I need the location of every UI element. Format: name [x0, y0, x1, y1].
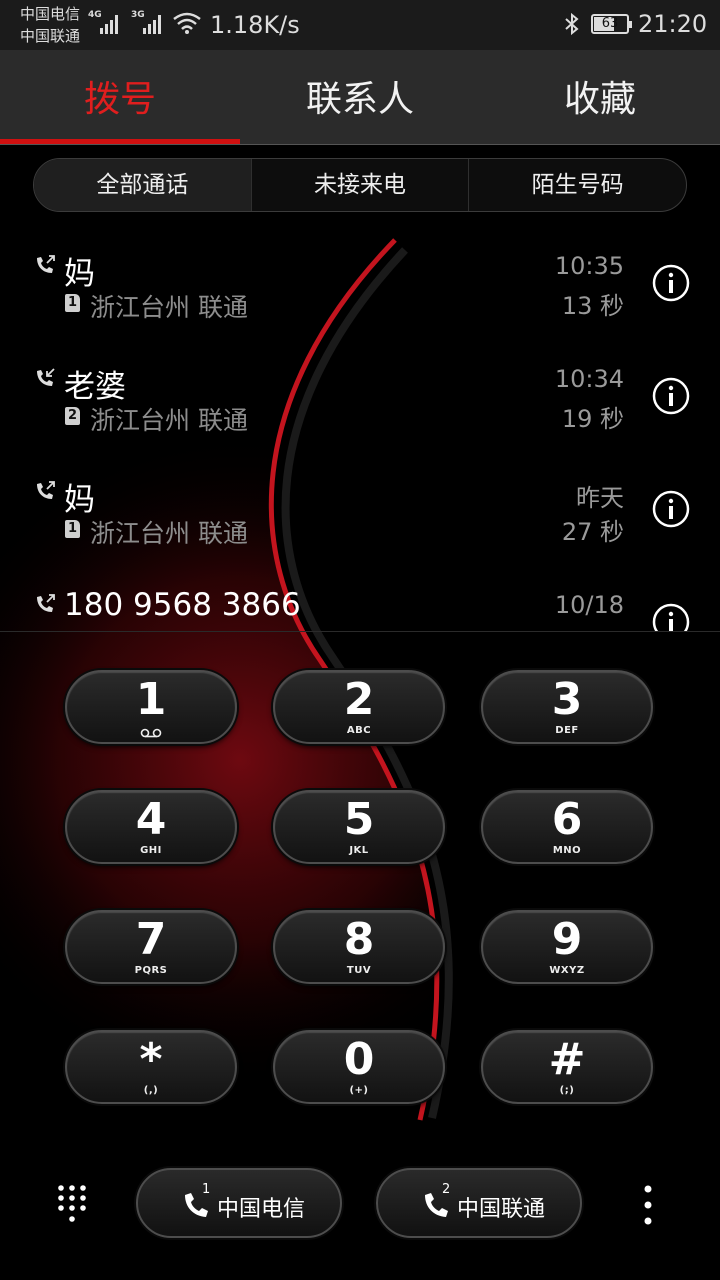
key-digit: 5	[343, 794, 375, 845]
info-icon[interactable]	[652, 603, 690, 631]
sim1-label: 中国电信	[217, 1197, 306, 1222]
key-letters: (,)	[143, 1085, 159, 1096]
outgoing-call-icon	[37, 481, 55, 499]
outgoing-call-icon	[37, 594, 55, 612]
call-log-row[interactable]: 180 9568 3866 10/18	[0, 571, 720, 631]
tab-favorites[interactable]: 收藏	[480, 70, 720, 122]
info-icon[interactable]	[652, 377, 690, 415]
key-digit: 6	[551, 794, 583, 845]
carrier-1-name: 中国电信	[20, 5, 81, 23]
key-letters: MNO	[552, 845, 582, 856]
battery-icon: 63	[591, 14, 632, 34]
filter-unknown-numbers[interactable]: 陌生号码	[469, 159, 686, 211]
key-digit: 3	[551, 674, 583, 725]
key-digit: 9	[551, 914, 583, 965]
call-duration: 13 秒	[561, 292, 624, 320]
call-log-row[interactable]: 老婆 2 浙江台州 联通 10:34 19 秒	[0, 345, 720, 458]
key-digit: 8	[343, 914, 375, 965]
call-log-row[interactable]: 妈 1 浙江台州 联通 10:35 13 秒	[0, 232, 720, 345]
info-icon[interactable]	[652, 264, 690, 302]
call-location: 浙江台州 联通	[90, 519, 248, 548]
phone-number: 180 9568 3866	[64, 587, 301, 623]
key-1[interactable]: 1	[65, 670, 237, 744]
key-9[interactable]: 9 WXYZ	[481, 910, 653, 984]
key-letters: (+)	[349, 1085, 369, 1096]
key-letters: (;)	[559, 1085, 575, 1096]
call-location: 浙江台州 联通	[90, 406, 248, 435]
contact-name: 妈	[64, 256, 95, 292]
key-2[interactable]: 2 ABC	[273, 670, 445, 744]
call-duration: 27 秒	[561, 518, 624, 546]
key-7[interactable]: 7 PQRS	[65, 910, 237, 984]
incoming-call-icon	[37, 368, 55, 386]
signal-1-icon: 4G	[88, 10, 124, 38]
clock: 21:20	[638, 10, 708, 38]
key-letters: GHI	[140, 845, 162, 856]
key-letters: TUV	[346, 965, 372, 976]
call-location: 浙江台州 联通	[90, 293, 248, 322]
key-digit: 0	[343, 1034, 375, 1085]
call-log-row[interactable]: 妈 1 浙江台州 联通 昨天 27 秒	[0, 458, 720, 571]
sim-badge: 1	[65, 520, 80, 538]
key-3[interactable]: 3 DEF	[481, 670, 653, 744]
key-digit: #	[548, 1034, 586, 1085]
key-letters: JKL	[349, 845, 369, 856]
key-8[interactable]: 8 TUV	[273, 910, 445, 984]
key-digit: *	[139, 1034, 163, 1085]
call-time: 10/18	[554, 591, 624, 619]
sim-badge: 2	[65, 407, 80, 425]
dialpad-toggle-icon[interactable]	[57, 1184, 87, 1224]
call-time: 昨天	[576, 484, 624, 512]
call-duration: 19 秒	[561, 405, 624, 433]
battery-level: 63	[601, 16, 619, 31]
key-4[interactable]: 4 GHI	[65, 790, 237, 864]
contact-name: 妈	[64, 482, 95, 518]
wifi-icon	[173, 12, 201, 34]
key-letters: DEF	[555, 725, 579, 736]
contact-name: 老婆	[64, 369, 126, 405]
key-0[interactable]: 0 (+)	[273, 1030, 445, 1104]
key-6[interactable]: 6 MNO	[481, 790, 653, 864]
sim2-number: 2	[442, 1182, 451, 1197]
key-digit: 4	[135, 794, 167, 845]
info-icon[interactable]	[652, 490, 690, 528]
main-tabs: 拨号 联系人 收藏	[0, 50, 720, 145]
key-letters: PQRS	[134, 965, 168, 976]
signal-2-icon: 3G	[131, 10, 167, 38]
tab-contacts[interactable]: 联系人	[240, 70, 480, 122]
key-5[interactable]: 5 JKL	[273, 790, 445, 864]
sim-badge: 1	[65, 294, 80, 312]
key-hash[interactable]: # (;)	[481, 1030, 653, 1104]
call-time: 10:34	[554, 365, 624, 393]
call-sim1-button[interactable]: 1 中国电信	[136, 1168, 342, 1238]
key-letters: WXYZ	[549, 965, 585, 976]
bottom-action-bar	[0, 1150, 720, 1280]
tab-dial[interactable]: 拨号	[0, 70, 240, 122]
active-tab-indicator	[0, 139, 240, 144]
call-log-list: 妈 1 浙江台州 联通 10:35 13 秒 老婆 2 浙江台州 联通 10:3…	[0, 232, 720, 631]
call-sim2-button[interactable]: 2 中国联通	[376, 1168, 582, 1238]
filter-all-calls[interactable]: 全部通话	[34, 159, 252, 211]
more-options-icon[interactable]	[638, 1184, 658, 1226]
sim1-number: 1	[202, 1182, 211, 1197]
carrier-2-name: 中国联通	[20, 27, 81, 45]
divider	[0, 631, 720, 632]
filter-missed-calls[interactable]: 未接来电	[252, 159, 470, 211]
key-star[interactable]: * (,)	[65, 1030, 237, 1104]
network-speed: 1.18K/s	[210, 11, 300, 39]
bluetooth-icon	[565, 12, 579, 36]
key-letters: ABC	[346, 725, 372, 736]
outgoing-call-icon	[37, 255, 55, 273]
call-filter: 全部通话 未接来电 陌生号码	[33, 158, 687, 212]
call-time: 10:35	[554, 252, 624, 280]
sim2-label: 中国联通	[457, 1197, 546, 1222]
key-digit: 7	[135, 914, 167, 965]
voicemail-icon	[140, 728, 162, 738]
status-bar: 中国电信 中国联通 4G 3G 1.18K/s 63 21:20	[0, 0, 720, 50]
key-digit: 1	[135, 674, 167, 725]
key-digit: 2	[343, 674, 375, 725]
